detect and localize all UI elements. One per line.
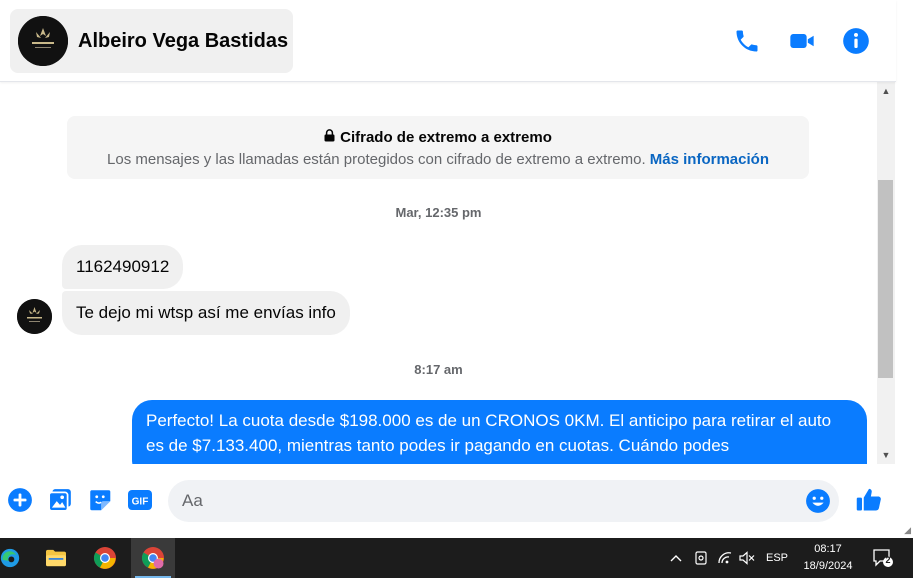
contact-chip[interactable]: Albeiro Vega Bastidas [10, 9, 293, 73]
phone-icon[interactable] [733, 27, 761, 55]
volume-muted-icon[interactable] [738, 538, 756, 578]
message-text: Te dejo mi wtsp así me envías info [76, 303, 336, 322]
scroll-thumb[interactable] [878, 180, 893, 378]
encryption-title: Cifrado de extremo a extremo [340, 129, 552, 146]
encryption-body: Los mensajes y las llamadas están proteg… [107, 151, 646, 168]
incoming-message[interactable]: 1162490912 [62, 245, 184, 289]
messenger-window: Albeiro Vega Bastidas Cifrado de extremo… [0, 0, 913, 538]
contact-avatar [18, 16, 68, 66]
chrome-icon[interactable] [83, 538, 127, 578]
meet-now-icon[interactable] [692, 538, 710, 578]
gif-label: GIF [132, 497, 149, 508]
incoming-message[interactable]: Te dejo mi wtsp así me envías info [62, 291, 350, 335]
message-text: Perfecto! La cuota desde $198.000 es de … [146, 411, 832, 455]
gif-icon[interactable]: GIF [127, 487, 153, 513]
notification-count: 2 [885, 555, 891, 565]
composer: GIF ◢ [0, 464, 913, 538]
timestamp: 8:17 am [414, 362, 463, 377]
contact-name: Albeiro Vega Bastidas [78, 29, 289, 52]
encryption-notice: Cifrado de extremo a extremo Los mensaje… [67, 116, 809, 179]
scrollbar[interactable]: ▲ ▼ [877, 82, 895, 464]
resize-grip-icon[interactable]: ◢ [904, 525, 911, 536]
lock-icon [324, 129, 335, 146]
video-camera-icon[interactable] [788, 27, 816, 55]
message-text: 1162490912 [76, 257, 170, 276]
outgoing-message[interactable]: Perfecto! La cuota desde $198.000 es de … [132, 400, 867, 464]
chrome-profile-icon[interactable] [131, 538, 175, 578]
chevron-up-icon[interactable] [668, 538, 684, 578]
emoji-icon[interactable] [805, 488, 831, 514]
add-icon[interactable] [7, 487, 33, 513]
windows-taskbar: ESP 08:17 18/9/2024 2 [0, 538, 913, 578]
clock-time: 08:17 [814, 543, 842, 555]
gallery-icon[interactable] [47, 487, 73, 513]
message-input[interactable] [168, 480, 839, 522]
clock-date: 18/9/2024 [803, 560, 853, 572]
sender-avatar [17, 299, 52, 334]
edge-icon[interactable] [0, 538, 32, 578]
notification-center-icon[interactable]: 2 [868, 538, 898, 578]
message-list[interactable]: Cifrado de extremo a extremo Los mensaje… [0, 82, 877, 464]
wifi-icon[interactable] [716, 538, 734, 578]
more-info-link[interactable]: Más información [650, 151, 769, 168]
info-icon[interactable] [842, 27, 870, 55]
language-indicator[interactable]: ESP [764, 538, 790, 578]
scroll-down-arrow-icon[interactable]: ▼ [877, 448, 895, 462]
scroll-up-arrow-icon[interactable]: ▲ [877, 84, 895, 98]
sticker-icon[interactable] [87, 487, 113, 513]
timestamp: Mar, 12:35 pm [395, 205, 482, 220]
system-clock[interactable]: 08:17 18/9/2024 [792, 541, 864, 575]
file-explorer-icon[interactable] [34, 538, 78, 578]
thumbs-up-icon[interactable] [855, 486, 883, 514]
chat-header: Albeiro Vega Bastidas [0, 0, 896, 82]
